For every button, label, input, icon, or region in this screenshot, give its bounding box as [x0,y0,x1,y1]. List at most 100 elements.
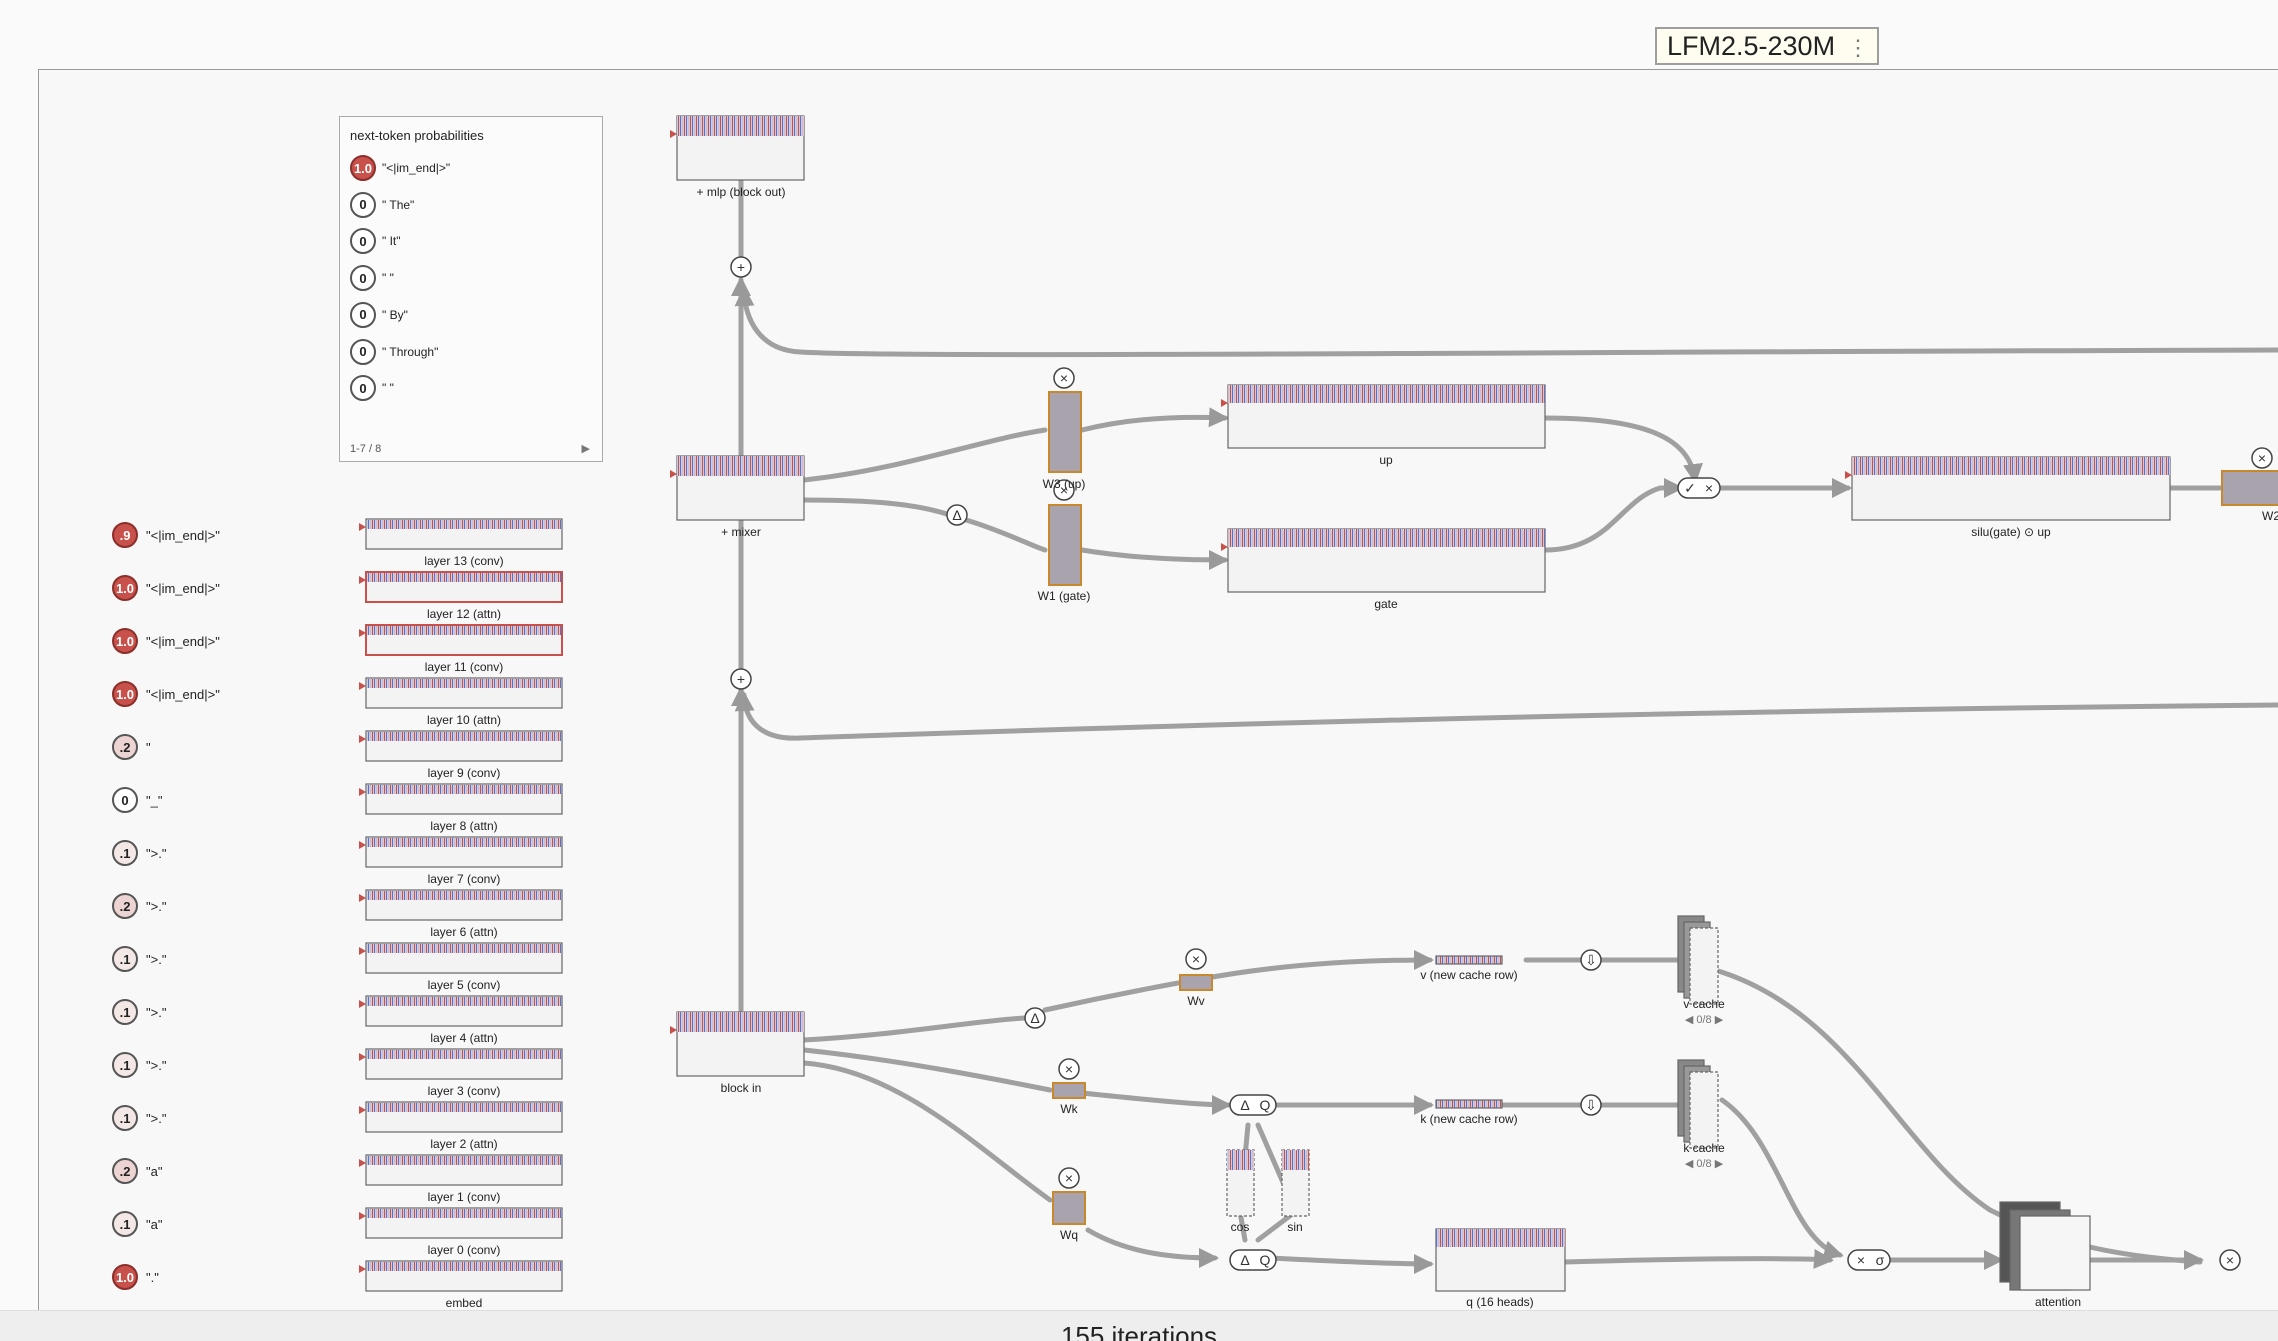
probability-badge: 1.0 [112,1264,138,1290]
probability-badge: 0 [350,375,376,402]
probability-badge: 0 [350,265,376,292]
layer-prediction-row[interactable]: .2 " [112,732,151,762]
layer-prediction-row[interactable]: .2 "a" [112,1156,162,1186]
label-w2-down: W2 (down) [2262,509,2278,523]
label-block-in: block in [720,1081,762,1095]
layer-label: layer 4 (attn) [430,1031,497,1045]
token-label: "<|im_end|>" [382,161,451,175]
probability-row[interactable]: 1.0 "<|im_end|>" [350,153,450,183]
probability-badge: 1.0 [350,155,376,181]
token-label: " " [382,381,394,396]
token-label: " The" [382,197,415,212]
label-up: up [1379,453,1393,467]
layer-label: layer 12 (attn) [427,607,501,621]
probability-badge: 0 [350,191,376,218]
token-label: ">." [146,1057,167,1073]
probability-row[interactable]: 0 " " [350,373,394,403]
probability-badge: 1.0 [112,628,138,654]
token-label: ">." [146,1004,167,1020]
label-v-new-cache-row: v (new cache row) [1420,968,1518,982]
probability-row[interactable]: 0 " " [350,263,394,293]
label-mixer: + mixer [721,525,761,539]
token-label: " Through" [382,344,439,359]
layer-prediction-row[interactable]: .1 ">." [112,997,166,1027]
probability-badge: 0 [112,787,138,813]
layer-label: layer 9 (conv) [428,766,501,780]
label-gate: gate [1374,597,1398,611]
more-options-icon[interactable]: ⋮ [1847,35,1869,61]
probability-row[interactable]: 0 " The" [350,190,414,220]
layer-prediction-row[interactable]: .1 ">." [112,838,166,868]
v-cache-pager[interactable]: ◀ 0/8 ▶ [1685,1013,1723,1026]
token-label: "_" [146,792,163,808]
token-label: ">." [146,951,167,967]
layer-prediction-row[interactable]: 1.0 "<|im_end|>" [112,626,220,656]
pager-text: 1-7 / 8 [350,443,382,455]
probability-row[interactable]: 0 " Through" [350,337,438,367]
layer-label: layer 3 (conv) [428,1084,501,1098]
layer-prediction-row[interactable]: .2 ">." [112,891,166,921]
layer-label: layer 1 (conv) [428,1190,501,1204]
label-mlp-block-out: + mlp (block out) [696,185,786,199]
token-label: " By" [382,307,408,322]
probability-row[interactable]: 0 " It" [350,226,401,256]
layer-prediction-row[interactable]: .9 "<|im_end|>" [112,520,220,550]
token-label: ">." [146,898,167,914]
layer-label: layer 0 (conv) [428,1243,501,1257]
token-label: "<|im_end|>" [146,580,220,596]
token-label: " It" [382,234,401,249]
label-wk: Wk [1060,1102,1078,1116]
probability-badge: .1 [112,840,138,866]
iteration-counter: 155 iterations [0,1310,2278,1341]
token-label: ">." [146,1110,167,1126]
probability-badge: 0 [350,338,376,365]
label-q-heads: q (16 heads) [1466,1295,1534,1309]
layer-prediction-row[interactable]: 0 "_" [112,785,162,815]
layer-prediction-row[interactable]: .1 "a" [112,1209,162,1239]
probability-badge: .1 [112,1105,138,1131]
panel-title: next-token probabilities [350,128,484,143]
layer-prediction-row[interactable]: 1.0 "<|im_end|>" [112,679,220,709]
layer-prediction-row[interactable]: .1 ">." [112,944,166,974]
probability-badge: 0 [350,228,376,255]
token-label: "<|im_end|>" [146,527,220,543]
label-v-cache: v cache [1683,997,1725,1011]
probability-badge: .1 [112,1211,138,1237]
layer-prediction-row[interactable]: .1 ">." [112,1050,166,1080]
layer-prediction-row[interactable]: 1.0 "." [112,1262,159,1292]
layer-label: layer 2 (attn) [430,1137,497,1151]
label-wq: Wq [1060,1228,1078,1242]
token-label: " " [382,271,394,286]
probability-badge: .2 [112,893,138,919]
probability-badge: 1.0 [112,575,138,601]
layer-prediction-row[interactable]: .1 ">." [112,1103,166,1133]
layer-prediction-row[interactable]: 1.0 "<|im_end|>" [112,573,220,603]
label-k-cache: k cache [1683,1141,1725,1155]
token-label: "<|im_end|>" [146,633,220,649]
probability-badge: .2 [112,734,138,760]
probability-badge: .2 [112,1158,138,1184]
k-cache-pager[interactable]: ◀ 0/8 ▶ [1685,1157,1723,1170]
probability-row[interactable]: 0 " By" [350,300,408,330]
layer-label: layer 13 (conv) [424,554,503,568]
layer-label: layer 8 (attn) [430,819,497,833]
model-name-badge[interactable]: LFM2.5-230M ⋮ [1655,27,1879,65]
token-label: "<|im_end|>" [146,686,220,702]
label-sin: sin [1287,1220,1303,1234]
probability-badge: 0 [350,301,376,328]
label-w3-up: W3 (up) [1042,477,1086,491]
probability-badge: .1 [112,1052,138,1078]
label-attention: attention [2034,1295,2082,1309]
token-label: "a" [146,1163,163,1179]
next-token-probabilities-panel: next-token probabilities 1.0 "<|im_end|>"… [339,116,603,462]
next-page-icon[interactable]: ▶ [582,442,590,455]
label-k-new-cache-row: k (new cache row) [1420,1112,1518,1126]
probability-badge: .9 [112,522,138,548]
label-wv: Wv [1187,994,1205,1008]
layer-label: layer 6 (attn) [430,925,497,939]
layer-label: layer 11 (conv) [425,660,503,674]
probability-badge: .1 [112,946,138,972]
token-label: "a" [146,1216,163,1232]
probability-badge: .1 [112,999,138,1025]
label-silu-gate-up: silu(gate) ⊙ up [1971,525,2051,539]
